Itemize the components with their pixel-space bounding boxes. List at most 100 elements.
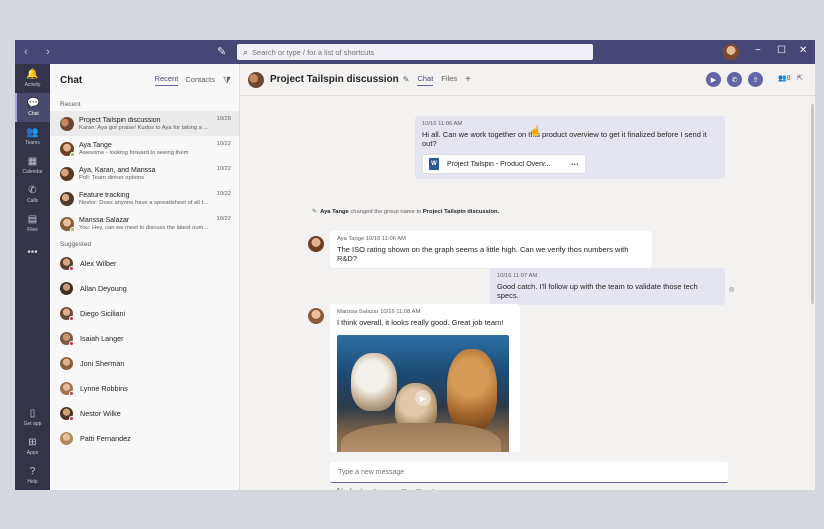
tab-recent[interactable]: Recent: [154, 74, 179, 86]
list-item[interactable]: Aya, Karan, and Marissa Poll: Team dinne…: [50, 161, 239, 186]
read-receipt-icon: ◎: [729, 287, 735, 293]
avatar: [60, 116, 74, 131]
list-item[interactable]: Diego Siciliani: [50, 301, 239, 326]
rail-label: Chat: [28, 110, 39, 117]
list-item[interactable]: Nestor Wilke: [50, 401, 239, 426]
video-attachment[interactable]: ▶: [337, 335, 509, 452]
filter-icon[interactable]: ⧩: [223, 75, 231, 86]
file-attachment[interactable]: W Project Tailspin - Product Overv... ··…: [422, 154, 586, 174]
list-item[interactable]: Allan Deyoung: [50, 276, 239, 301]
system-actor: Aya Tange: [320, 209, 349, 215]
conv-time: 10/22: [216, 191, 231, 197]
status-badge: [70, 151, 75, 157]
list-item[interactable]: Isaiah Langer: [50, 326, 239, 351]
sticker-icon[interactable]: ▣: [401, 488, 408, 490]
list-item-text: Project Tailspin discussion Karan: Aya g…: [79, 117, 235, 131]
tab-chat[interactable]: Chat: [417, 74, 434, 86]
minimize-button[interactable]: −: [755, 45, 761, 56]
compose-toolbar: A⁄ ! ⌇ ☺ ▭ ▣ ▤ ♀ ···: [336, 488, 451, 490]
pencil-icon[interactable]: ✎: [403, 75, 410, 84]
list-item[interactable]: Aya Tange Awesome - looking forward to s…: [50, 136, 239, 161]
chat-title: Project Tailspin discussion: [270, 74, 399, 85]
recent-section-label: Recent: [60, 101, 81, 108]
back-button[interactable]: ‹: [15, 46, 37, 58]
rail-activity[interactable]: 🔔 Activity: [15, 64, 50, 93]
message-meta: Marissa Salazar 10/16 11:08 AM: [337, 309, 421, 315]
suggested-section-label: Suggested: [60, 241, 92, 248]
rail-help[interactable]: ? Help: [15, 461, 50, 490]
forward-button[interactable]: ›: [37, 46, 59, 58]
more-icon[interactable]: ···: [444, 488, 451, 490]
avatar: [60, 407, 74, 421]
search-input[interactable]: [252, 47, 573, 57]
play-icon[interactable]: ▶: [415, 390, 431, 406]
rail-calendar[interactable]: ▦ Calendar: [15, 151, 50, 180]
status-badge: [69, 266, 74, 271]
more-options-icon[interactable]: ···: [571, 160, 579, 169]
share-screen-button[interactable]: ⇪: [748, 72, 763, 87]
audio-call-button[interactable]: ✆: [727, 72, 742, 87]
profile-avatar[interactable]: [723, 44, 739, 60]
search-bar[interactable]: ⌕: [237, 44, 593, 60]
chat-main: Project Tailspin discussion ✎ Chat Files…: [240, 64, 815, 490]
list-item[interactable]: Marissa Salazar You: Hey, can we meet to…: [50, 211, 239, 236]
avatar: [60, 332, 74, 346]
maximize-button[interactable]: ☐: [777, 45, 786, 56]
rail-get-app[interactable]: ▯ Get app: [15, 403, 50, 432]
rail-chat[interactable]: 💬 Chat: [15, 93, 50, 122]
chat-icon: 💬: [27, 97, 40, 109]
send-icon[interactable]: ➤: [714, 488, 721, 490]
emoji-icon[interactable]: ☺: [371, 488, 378, 490]
important-icon[interactable]: !: [350, 488, 352, 490]
video-call-button[interactable]: ▶: [706, 72, 721, 87]
message-bubble: Aya Tange 10/16 11:06 AM The ISO rating …: [330, 231, 652, 268]
rail-teams[interactable]: 👥 Teams: [15, 122, 50, 151]
contact-name: Nestor Wilke: [80, 409, 121, 418]
contact-name: Patti Fernandez: [80, 434, 131, 443]
gif-icon[interactable]: ▭: [386, 488, 393, 490]
list-item[interactable]: Feature tracking Nestor: Does anyone hav…: [50, 186, 239, 211]
compose-box[interactable]: [330, 462, 728, 483]
contact-name: Diego Siciliani: [80, 309, 126, 318]
list-item[interactable]: Patti Fernandez: [50, 426, 239, 451]
new-chat-icon[interactable]: ✎: [217, 45, 226, 58]
conv-time: 10/22: [216, 216, 231, 222]
rail-calls[interactable]: ✆ Calls: [15, 180, 50, 209]
rail-apps[interactable]: ⊞ Apps: [15, 432, 50, 461]
message-text: I think overall, it looks really good. G…: [337, 318, 504, 327]
title-bar: ‹ › ✎ ⌕ − ☐ ✕: [15, 40, 815, 64]
format-icon[interactable]: A⁄: [336, 488, 342, 490]
status-badge: [69, 316, 74, 321]
chat-header: Project Tailspin discussion ✎ Chat Files…: [240, 64, 815, 96]
meet-icon[interactable]: ▤: [416, 488, 423, 490]
tab-contacts[interactable]: Contacts: [185, 75, 215, 86]
message-text: Good catch. I'll follow up with the team…: [497, 282, 698, 300]
list-item[interactable]: Joni Sherman: [50, 351, 239, 376]
scrollbar[interactable]: [811, 104, 814, 304]
conv-time: 10/22: [216, 166, 231, 172]
group-avatar: [248, 71, 264, 88]
list-item[interactable]: Project Tailspin discussion Karan: Aya g…: [50, 111, 239, 136]
list-item-text: Aya, Karan, and Marissa Poll: Team dinne…: [79, 167, 235, 181]
popout-icon[interactable]: ⇱: [797, 74, 803, 82]
help-icon: ?: [29, 465, 36, 477]
rail-files[interactable]: ▤ Files: [15, 209, 50, 238]
conv-time: 10/28: [216, 116, 231, 122]
message-input[interactable]: [338, 468, 638, 476]
chat-list-panel: Chat Recent Contacts ⧩ Recent Project Ta…: [50, 64, 240, 490]
list-item-text: Feature tracking Nestor: Does anyone hav…: [79, 192, 235, 206]
tab-files[interactable]: Files: [441, 74, 457, 85]
calendar-icon: ▦: [27, 155, 38, 167]
praise-icon[interactable]: ♀: [430, 488, 435, 490]
rail-label: Get app: [23, 420, 42, 427]
avatar: [60, 166, 74, 181]
list-item[interactable]: Lynne Robbins: [50, 376, 239, 401]
list-item[interactable]: Alex Wilber: [50, 251, 239, 276]
add-tab-icon[interactable]: +: [465, 74, 471, 85]
device-icon: ▯: [29, 407, 36, 419]
attach-icon[interactable]: ⌇: [360, 488, 363, 490]
close-button[interactable]: ✕: [799, 45, 807, 56]
participants-button[interactable]: 👥8: [778, 74, 791, 82]
system-message: ✎ Aya Tange changed the group name to Pr…: [312, 209, 499, 215]
rail-more[interactable]: •••: [15, 238, 50, 267]
